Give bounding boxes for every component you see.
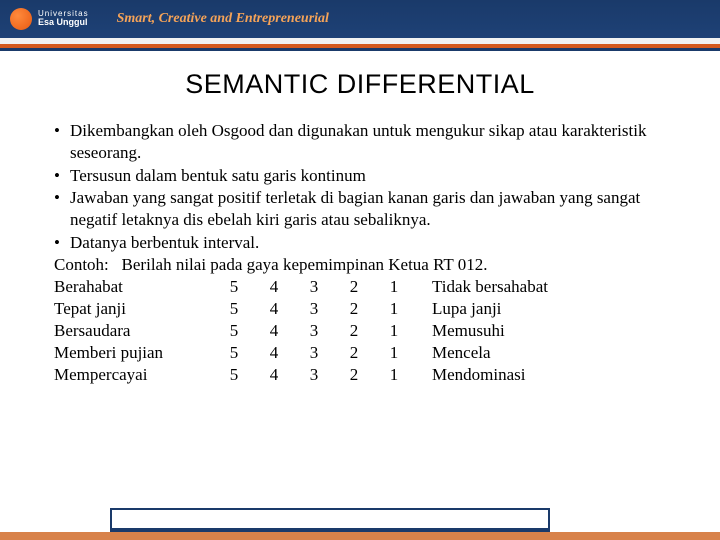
scale-right: Mendominasi (414, 364, 526, 386)
logo-line2: Esa Unggul (38, 18, 89, 28)
bullet-item: Tersusun dalam bentuk satu garis kontinu… (54, 165, 684, 187)
footer-box (110, 508, 550, 532)
scale-left: Memberi pujian (54, 342, 214, 364)
scale-left: Bersaudara (54, 320, 214, 342)
slide-title: SEMANTIC DIFFERENTIAL (36, 69, 684, 100)
scale-number: 3 (294, 298, 334, 320)
scale-number: 4 (254, 298, 294, 320)
scale-number: 3 (294, 364, 334, 386)
scale-right: Tidak bersahabat (414, 276, 548, 298)
scale-number: 2 (334, 298, 374, 320)
scale-right: Lupa janji (414, 298, 501, 320)
scale-left: Mempercayai (54, 364, 214, 386)
bullet-item: Jawaban yang sangat positif terletak di … (54, 187, 684, 231)
scale-number: 3 (294, 276, 334, 298)
example-line: Contoh: Berilah nilai pada gaya kepemimp… (36, 255, 684, 275)
scale-number: 4 (254, 342, 294, 364)
scale-number: 4 (254, 276, 294, 298)
header-tagline: Smart, Creative and Entrepreneurial (117, 11, 329, 27)
scale-number: 5 (214, 342, 254, 364)
scale-number: 2 (334, 276, 374, 298)
table-row: Memberi pujian 5 4 3 2 1 Mencela (54, 342, 684, 364)
table-row: Mempercayai 5 4 3 2 1 Mendominasi (54, 364, 684, 386)
slide-content: SEMANTIC DIFFERENTIAL Dikembangkan oleh … (0, 51, 720, 386)
scale-number: 3 (294, 320, 334, 342)
bullet-item: Datanya berbentuk interval. (54, 232, 684, 254)
scale-number: 3 (294, 342, 334, 364)
scale-right: Memusuhi (414, 320, 505, 342)
bullet-list: Dikembangkan oleh Osgood dan digunakan u… (36, 120, 684, 254)
scale-number: 5 (214, 298, 254, 320)
table-row: Berahabat 5 4 3 2 1 Tidak bersahabat (54, 276, 684, 298)
scale-number: 5 (214, 364, 254, 386)
scale-table: Berahabat 5 4 3 2 1 Tidak bersahabat Tep… (36, 276, 684, 386)
scale-number: 1 (374, 364, 414, 386)
scale-number: 5 (214, 276, 254, 298)
scale-number: 1 (374, 320, 414, 342)
logo-icon (10, 8, 32, 30)
scale-left: Tepat janji (54, 298, 214, 320)
bullet-item: Dikembangkan oleh Osgood dan digunakan u… (54, 120, 684, 164)
footer-strip (0, 532, 720, 540)
scale-number: 1 (374, 342, 414, 364)
logo: Universitas Esa Unggul (10, 8, 89, 30)
scale-number: 4 (254, 320, 294, 342)
scale-number: 1 (374, 298, 414, 320)
table-row: Tepat janji 5 4 3 2 1 Lupa janji (54, 298, 684, 320)
scale-number: 4 (254, 364, 294, 386)
scale-number: 2 (334, 364, 374, 386)
scale-number: 2 (334, 342, 374, 364)
scale-number: 5 (214, 320, 254, 342)
logo-text: Universitas Esa Unggul (38, 10, 89, 29)
scale-number: 1 (374, 276, 414, 298)
header-bar: Universitas Esa Unggul Smart, Creative a… (0, 0, 720, 38)
example-text: Berilah nilai pada gaya kepemimpinan Ket… (122, 255, 488, 274)
footer (0, 504, 720, 540)
scale-right: Mencela (414, 342, 491, 364)
scale-number: 2 (334, 320, 374, 342)
table-row: Bersaudara 5 4 3 2 1 Memusuhi (54, 320, 684, 342)
example-label: Contoh: (54, 255, 109, 274)
scale-left: Berahabat (54, 276, 214, 298)
